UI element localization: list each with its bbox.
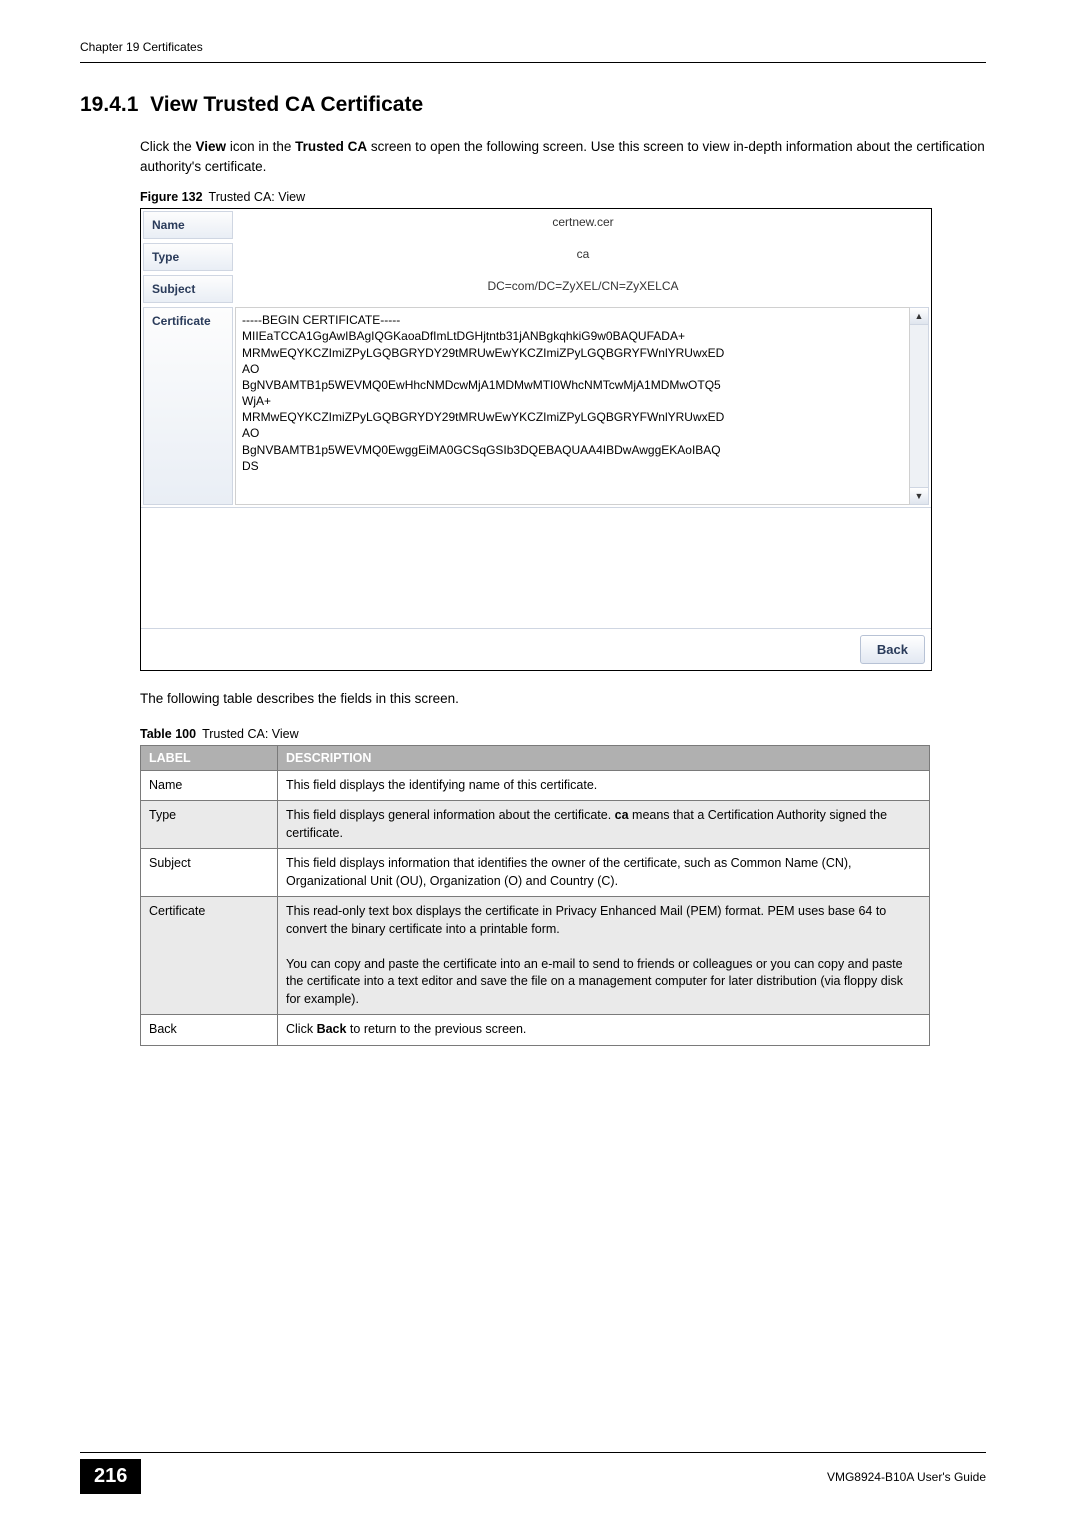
intro-paragraph: Click the View icon in the Trusted CA sc… — [80, 137, 986, 176]
ui-label-certificate: Certificate — [143, 307, 233, 505]
description-table: LABEL DESCRIPTION Name This field displa… — [140, 745, 930, 1046]
footer-rule — [80, 1452, 986, 1453]
page-number: 216 — [80, 1459, 141, 1494]
running-head: Chapter 19 Certificates — [80, 40, 986, 54]
ui-value-subject: DC=com/DC=ZyXEL/CN=ZyXELCA — [235, 273, 931, 305]
figure-ui-mock: Name certnew.cer Type ca Subject DC=com/… — [140, 208, 932, 671]
cell-desc-suffix: to return to the previous screen. — [346, 1022, 526, 1036]
page-footer: 216 VMG8924-B10A User's Guide — [80, 1452, 986, 1494]
cell-desc: Click Back to return to the previous scr… — [278, 1015, 930, 1046]
ui-label-type: Type — [143, 243, 233, 271]
table-text: Trusted CA: View — [202, 727, 299, 741]
ui-scrollbar[interactable]: ▲ ▼ — [910, 307, 929, 505]
cell-desc-bold: Back — [317, 1022, 347, 1036]
scroll-down-icon[interactable]: ▼ — [910, 487, 928, 504]
table-row: Back Click Back to return to the previou… — [141, 1015, 930, 1046]
th-description: DESCRIPTION — [278, 745, 930, 770]
ui-value-type: ca — [235, 241, 931, 273]
scroll-up-icon[interactable]: ▲ — [910, 308, 928, 325]
intro-bold-view: View — [196, 139, 227, 154]
intro-bold-trustedca: Trusted CA — [295, 139, 367, 154]
cell-desc: This field displays the identifying name… — [278, 770, 930, 801]
cell-desc-p2: You can copy and paste the certificate i… — [286, 957, 903, 1006]
cell-desc-prefix: This field displays general information … — [286, 808, 615, 822]
cell-label: Name — [141, 770, 278, 801]
ui-label-name: Name — [143, 211, 233, 239]
header-rule — [80, 62, 986, 63]
cell-desc: This field displays information that ide… — [278, 849, 930, 897]
section-heading: 19.4.1 View Trusted CA Certificate — [80, 93, 986, 117]
th-label: LABEL — [141, 745, 278, 770]
table-label: Table 100 — [140, 727, 196, 741]
ui-certificate-textarea[interactable]: -----BEGIN CERTIFICATE----- MIIEaTCCA1Gg… — [235, 307, 910, 505]
cell-desc-p1: This read-only text box displays the cer… — [286, 904, 886, 936]
table-row: Certificate This read-only text box disp… — [141, 897, 930, 1015]
cell-desc-prefix: Click — [286, 1022, 317, 1036]
ui-label-subject: Subject — [143, 275, 233, 303]
figure-text: Trusted CA: View — [209, 190, 306, 204]
ui-certificate-box: -----BEGIN CERTIFICATE----- MIIEaTCCA1Gg… — [235, 307, 929, 505]
back-button[interactable]: Back — [860, 635, 925, 664]
figure-label: Figure 132 — [140, 190, 203, 204]
table-row: Name This field displays the identifying… — [141, 770, 930, 801]
ui-footer: Back — [141, 628, 931, 670]
cell-label: Type — [141, 801, 278, 849]
table-caption: Table 100 Trusted CA: View — [80, 727, 986, 741]
ui-blank-area — [141, 507, 931, 628]
cell-desc-bold: ca — [615, 808, 629, 822]
table-intro: The following table describes the fields… — [80, 689, 986, 709]
table-row: Subject This field displays information … — [141, 849, 930, 897]
cell-label: Certificate — [141, 897, 278, 1015]
table-row: Type This field displays general informa… — [141, 801, 930, 849]
cell-label: Back — [141, 1015, 278, 1046]
section-number: 19.4.1 — [80, 93, 138, 116]
guide-title: VMG8924-B10A User's Guide — [827, 1470, 986, 1484]
figure-caption: Figure 132 Trusted CA: View — [80, 190, 986, 204]
ui-value-name: certnew.cer — [235, 209, 931, 241]
cell-label: Subject — [141, 849, 278, 897]
section-title-text: View Trusted CA Certificate — [150, 93, 423, 116]
cell-desc: This read-only text box displays the cer… — [278, 897, 930, 1015]
cell-desc: This field displays general information … — [278, 801, 930, 849]
